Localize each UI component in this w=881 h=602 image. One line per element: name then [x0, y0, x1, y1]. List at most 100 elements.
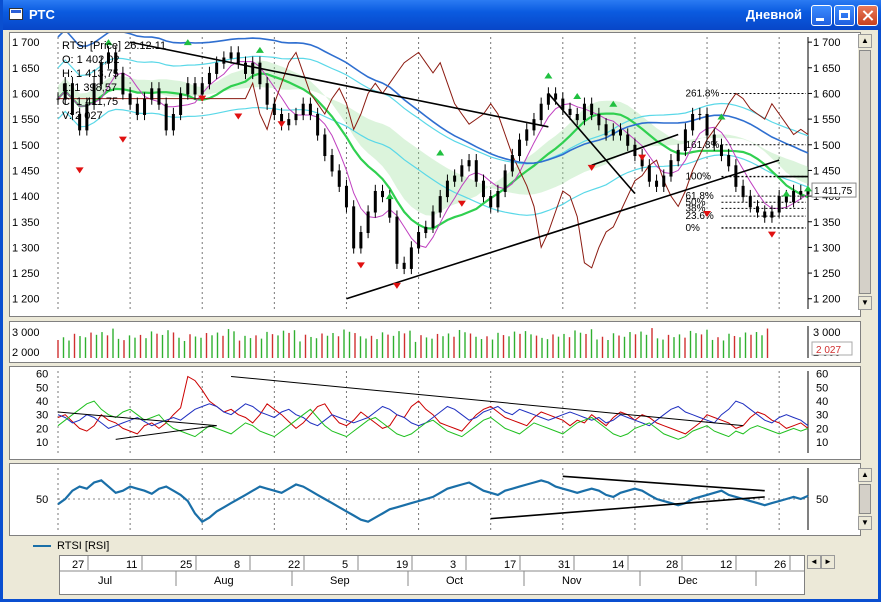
rsi-tick-right: 50 — [816, 494, 828, 506]
dmi-tick-left: 40 — [36, 396, 48, 408]
y-tick-label-left: 1 400 — [12, 191, 40, 203]
legend-swatch — [33, 545, 51, 548]
y-tick-label-right: 1 250 — [813, 268, 841, 280]
day-tick-label: 31 — [558, 559, 570, 571]
scroll-thumb[interactable] — [859, 50, 871, 294]
dmi-tick-right: 40 — [816, 396, 828, 408]
day-tick-label: 22 — [288, 559, 300, 571]
sell-signal-icon — [277, 121, 286, 128]
close-button[interactable] — [857, 5, 878, 26]
volume-tick-left: 3 000 — [12, 327, 40, 339]
sell-signal-icon — [457, 200, 466, 207]
sell-signal-icon — [638, 154, 647, 161]
dmi-chart: 10 1020 2030 3040 4050 5060 60 — [36, 369, 828, 453]
y-tick-label-right: 1 350 — [813, 217, 841, 229]
rsi-scroll-thumb[interactable] — [859, 484, 871, 514]
day-tick-label: 5 — [342, 559, 348, 571]
minimize-button[interactable] — [811, 5, 832, 26]
y-tick-label-left: 1 200 — [12, 294, 40, 306]
volume-tick-left: 2 000 — [12, 347, 40, 359]
time-axis[interactable]: 27 11 25 8 22 5 19 3 17 31 14 28 12 26 Jul Aug Sep Oct Nov… — [59, 555, 805, 595]
day-tick-label: 3 — [450, 559, 456, 571]
day-tick-label: 27 — [72, 559, 84, 571]
buy-signal-icon — [255, 46, 264, 53]
y-tick-label-right: 1 300 — [813, 242, 841, 254]
price-info-c: C: 1 411,75 — [62, 96, 118, 108]
price-info-o: O: 1 402,02 — [62, 54, 120, 66]
y-tick-label-right: 1 200 — [813, 294, 841, 306]
sell-signal-icon — [356, 262, 365, 269]
time-axis-svg: 27 11 25 8 22 5 19 3 17 31 14 28 12 26 Jul Aug Sep Oct Nov… — [60, 556, 804, 587]
maximize-button[interactable] — [834, 5, 855, 26]
sell-signal-icon — [767, 231, 776, 238]
price-info-h: H: 1 413,75 — [62, 68, 119, 80]
month-tick-label: Aug — [214, 575, 234, 587]
y-tick-label-left: 1 650 — [12, 63, 40, 75]
rsi-trend-line — [490, 496, 765, 520]
day-tick-label: 8 — [234, 559, 240, 571]
y-tick-label-right: 1 450 — [813, 165, 841, 177]
y-tick-label-right: 1 500 — [813, 140, 841, 152]
sell-signal-icon — [392, 282, 401, 289]
day-tick-label: 17 — [504, 559, 516, 571]
rsi-scrollbar[interactable]: ▲ ▼ — [858, 468, 872, 530]
day-tick-label: 26 — [774, 559, 786, 571]
volume-chart: 2 0002 0003 0003 0002 027 — [12, 326, 853, 359]
dmi-tick-left: 10 — [36, 437, 48, 449]
dmi-tick-right: 60 — [816, 369, 828, 381]
dmi-tick-right: 50 — [816, 382, 828, 394]
dmi-panel[interactable]: 10 10 20 20 30 30 40 40 50 50 60 60 — [9, 366, 861, 460]
month-tick-label: Sep — [330, 575, 350, 587]
y-tick-label-right: 1 650 — [813, 63, 841, 75]
volume-panel[interactable]: 2 0002 0003 0003 0002 027 — [9, 321, 861, 363]
dmi-tick-left: 50 — [36, 382, 48, 394]
y-tick-label-right: 1 600 — [813, 88, 841, 100]
legend-label: RTSI [RSI] — [57, 540, 110, 552]
trend-line — [129, 41, 549, 128]
price-panel[interactable]: 1 200 1 200 1 250 1 250 1 300 1 300 1 350 1 350… — [9, 28, 861, 317]
rsi-scroll-up-icon[interactable]: ▲ — [858, 468, 872, 482]
app-icon — [9, 8, 23, 20]
dmi-tick-right: 20 — [816, 423, 828, 435]
price-chart: 1 200 1 200 1 250 1 250 1 300 1 300 1 350 1 350… — [12, 28, 857, 309]
sell-signal-icon — [118, 136, 127, 143]
rsi-line — [57, 479, 809, 524]
dmi-series-line — [57, 375, 809, 435]
price-scrollbar[interactable]: ▲ ▼ — [858, 34, 872, 310]
buy-signal-icon — [573, 93, 582, 100]
y-tick-label-right: 1 550 — [813, 114, 841, 126]
scroll-right-icon[interactable]: ► — [821, 555, 835, 569]
dmi-tick-left: 20 — [36, 423, 48, 435]
fib-level-label: 100% — [685, 172, 711, 183]
dmi-tick-right: 30 — [816, 410, 828, 422]
price-info-v: V: 2 027 — [62, 110, 103, 122]
rsi-scroll-down-icon[interactable]: ▼ — [858, 516, 872, 530]
price-info-title: RTSI [Price] 26.12.11 — [62, 40, 166, 52]
month-tick-label: Jul — [98, 575, 112, 587]
period-label[interactable]: Дневной — [746, 7, 802, 22]
sell-signal-icon — [234, 113, 243, 120]
month-tick-label: Dec — [678, 575, 698, 587]
y-tick-label-left: 1 250 — [12, 268, 40, 280]
y-tick-label-left: 1 450 — [12, 165, 40, 177]
day-tick-label: 28 — [666, 559, 678, 571]
month-tick-label: Oct — [446, 575, 463, 587]
month-tick-label: Nov — [562, 575, 582, 587]
buy-signal-icon — [436, 149, 445, 156]
day-tick-label: 14 — [612, 559, 624, 571]
y-tick-label-left: 1 300 — [12, 242, 40, 254]
fib-level-label: 161.8% — [685, 140, 719, 151]
scroll-up-icon[interactable]: ▲ — [858, 34, 872, 48]
last-value-label: 1 411,75 — [814, 186, 853, 197]
day-tick-label: 19 — [396, 559, 408, 571]
volume-tick-right: 3 000 — [813, 327, 841, 339]
scroll-left-icon[interactable]: ◄ — [807, 555, 821, 569]
y-tick-label-left: 1 550 — [12, 114, 40, 126]
rsi-panel[interactable]: 50 50 — [9, 463, 861, 536]
time-scroll[interactable]: ◄ ► — [807, 555, 863, 569]
dmi-tick-right: 10 — [816, 437, 828, 449]
dmi-tick-left: 30 — [36, 410, 48, 422]
scroll-down-icon[interactable]: ▼ — [858, 296, 872, 310]
day-tick-label: 11 — [126, 559, 137, 571]
day-tick-label: 25 — [180, 559, 192, 571]
